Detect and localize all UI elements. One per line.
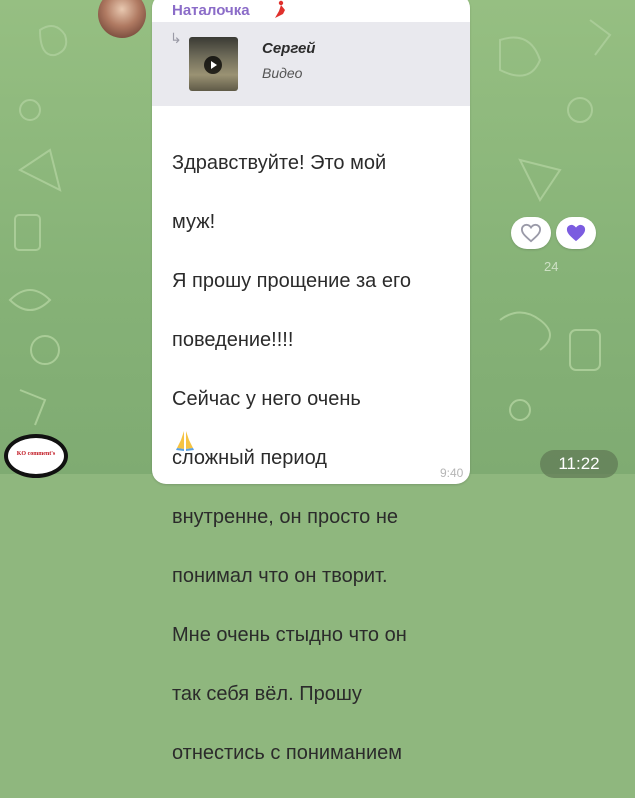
message-line: Мне очень стыдно что он xyxy=(172,623,407,646)
message-line: Сейчас у него очень xyxy=(172,387,361,410)
message-line: Здравствуйте! Это мой xyxy=(172,151,387,174)
reaction-heart-filled[interactable] xyxy=(556,217,596,249)
message-line: сложный период xyxy=(172,446,327,469)
pray-icon xyxy=(176,431,194,451)
message-line: Я прошу прощение за его xyxy=(172,269,411,292)
reaction-heart-outline[interactable] xyxy=(511,217,551,249)
play-icon xyxy=(204,56,222,74)
reply-arrow-icon: ↳ xyxy=(170,30,182,46)
message-text: Здравствуйте! Это мой муж! Я прошу проще… xyxy=(172,119,457,798)
heart-outline-icon xyxy=(520,223,542,243)
sender-name[interactable]: Наталочка xyxy=(172,2,250,19)
watermark-text: KO comment's xyxy=(16,451,56,457)
message-line: так себя вёл. Прошу xyxy=(172,682,362,705)
reaction-count: 24 xyxy=(544,259,559,274)
message-line: понимал что он творит. xyxy=(172,564,388,587)
message-time: 9:40 xyxy=(440,466,464,480)
message-line: поведение!!!! xyxy=(172,328,294,351)
reply-type: Видео xyxy=(262,65,303,81)
message-line: внутренне, он просто не xyxy=(172,505,398,528)
video-thumbnail[interactable] xyxy=(189,37,238,91)
dancer-icon xyxy=(275,0,285,18)
watermark-seal: KO comment's xyxy=(4,434,68,478)
reply-author: Сергей xyxy=(262,40,316,57)
message-line: муж! xyxy=(172,210,216,233)
heart-filled-icon xyxy=(566,224,586,242)
message-line: отнестись с пониманием xyxy=(172,741,403,764)
